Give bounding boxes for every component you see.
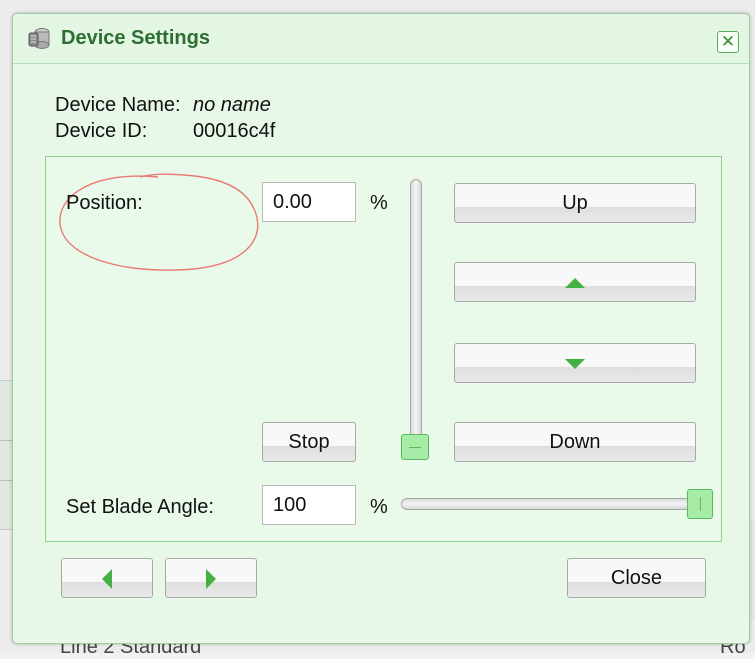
next-button[interactable] xyxy=(165,558,257,598)
blade-angle-unit: % xyxy=(370,496,388,518)
position-unit: % xyxy=(370,192,388,214)
device-id-value: 00016c4f xyxy=(193,120,276,142)
device-name-label: Device Name: xyxy=(55,94,181,116)
background-divider xyxy=(0,480,12,481)
blade-angle-input[interactable] xyxy=(262,485,356,525)
position-label: Position: xyxy=(66,192,143,214)
blade-angle-slider-track[interactable] xyxy=(401,498,701,510)
device-id-label: Device ID: xyxy=(55,120,148,142)
triangle-right-icon xyxy=(206,568,216,589)
device-id-row: Device ID: 00016c4f xyxy=(55,120,275,143)
device-name-row: Device Name: no name xyxy=(55,94,271,117)
stop-button[interactable]: Stop xyxy=(262,422,356,462)
controls-panel: Position: % Up Down Stop Set Blade Angle… xyxy=(45,156,722,542)
step-down-button[interactable] xyxy=(454,343,696,383)
background-row-strip xyxy=(0,380,12,530)
down-button[interactable]: Down xyxy=(454,422,696,462)
close-button[interactable]: Close xyxy=(567,558,706,598)
dialog-titlebar[interactable]: Device Settings ✕ xyxy=(13,14,749,64)
step-up-button[interactable] xyxy=(454,262,696,302)
triangle-down-icon xyxy=(565,358,585,369)
device-name-value: no name xyxy=(193,94,271,116)
position-input[interactable] xyxy=(262,182,356,222)
triangle-left-icon xyxy=(102,568,112,589)
up-button[interactable]: Up xyxy=(454,183,696,223)
device-cylinder-icon xyxy=(28,28,50,49)
close-icon[interactable]: ✕ xyxy=(717,31,739,53)
blade-angle-slider-handle[interactable] xyxy=(687,489,713,519)
blade-angle-label: Set Blade Angle: xyxy=(66,496,214,518)
annotation-circle xyxy=(59,173,259,271)
background-divider xyxy=(0,440,12,441)
dialog-title: Device Settings xyxy=(61,27,210,49)
device-settings-dialog: Device Settings ✕ Device Name: no name De… xyxy=(12,13,750,644)
previous-button[interactable] xyxy=(61,558,153,598)
triangle-up-icon xyxy=(565,277,585,288)
position-slider-handle[interactable] xyxy=(401,434,429,460)
position-slider-track[interactable] xyxy=(410,179,422,444)
